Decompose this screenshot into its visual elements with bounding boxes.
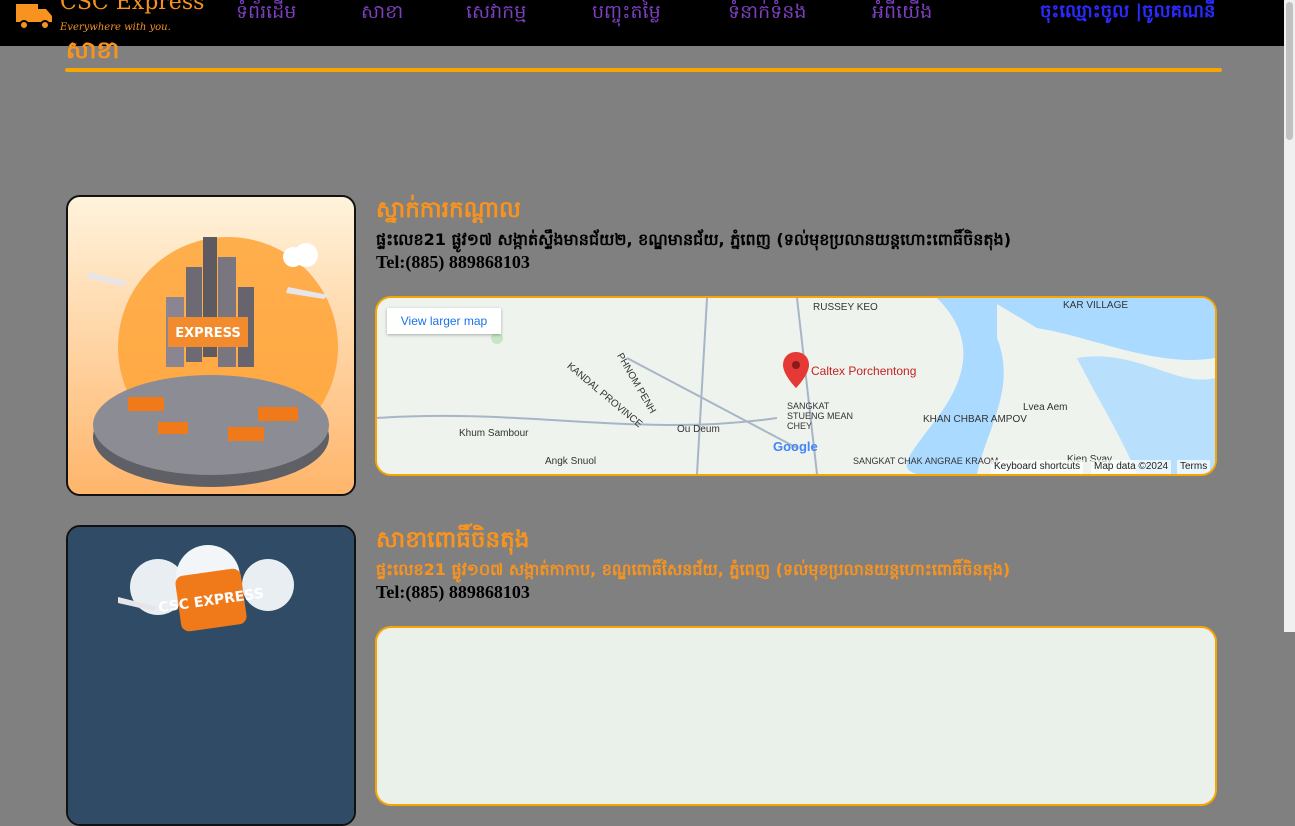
page-title: សាខា — [66, 36, 120, 64]
branch-address: ផ្ទះលេខ21 ផ្លូវ១៧ សង្កាត់ស្ទឹងមានជ័យ២, ខ… — [376, 230, 1012, 249]
map-place-label: KHAN CHBAR AMPOV — [923, 414, 1027, 425]
map-pin-label: Caltex Porchentong — [811, 364, 917, 378]
map-place-label: Khum Sambour — [459, 428, 529, 439]
auth-link[interactable]: ចុះឈ្មោះចូល |ចូលគណនី — [1040, 0, 1215, 24]
top-navbar: CSC Express Everywhere with you. ទំព័រដើ… — [0, 0, 1284, 46]
view-larger-map-link[interactable]: View larger map — [387, 308, 501, 334]
nav-discounts[interactable]: បញ្ចុះតម្លៃ — [592, 0, 661, 24]
branch-map[interactable] — [375, 626, 1217, 806]
map-place-label: SANGKAT CHAK ANGRAE KRAOM — [853, 456, 999, 466]
google-logo: Google — [773, 439, 818, 454]
branch-map[interactable]: View larger map Caltex Porchentong KANDA… — [375, 296, 1217, 476]
branch-image: CSC EXPRESS — [66, 525, 356, 826]
nav-branches[interactable]: សាខា — [361, 0, 403, 24]
map-data-credit: Map data ©2024 — [1091, 460, 1172, 474]
map-place-label: RUSSEY KEO — [813, 302, 878, 313]
map-place-label: Lvea Aem — [1023, 402, 1068, 413]
nav-services[interactable]: សេវាកម្ម — [466, 0, 526, 24]
nav-contact[interactable]: ទំនាក់ទំនង — [728, 0, 806, 24]
branch-address: ផ្ទះលេខ21 ផ្លូវ១០៧ សង្កាត់កាកាប, ខណ្ឌពោធ… — [376, 560, 1011, 579]
brand-tagline: Everywhere with you. — [60, 22, 171, 33]
keyboard-shortcuts-link[interactable]: Keyboard shortcuts — [991, 460, 1084, 474]
branch-image-badge: EXPRESS — [175, 326, 240, 341]
branch-image: EXPRESS — [66, 195, 356, 496]
map-place-label: KAR VILLAGE — [1063, 300, 1129, 311]
branch-phone: Tel:(885) 889868103 — [376, 582, 530, 602]
branch-title: សាខាពោធិ៍ចិនតុង — [376, 527, 530, 553]
nav-home[interactable]: ទំព័រដើម — [236, 0, 296, 24]
page-scrollbar[interactable] — [1284, 0, 1295, 632]
map-place-label: SANGKAT STUENG MEAN CHEY — [787, 401, 854, 431]
branch-phone: Tel:(885) 889868103 — [376, 252, 530, 272]
map-place-label: Angk Snuol — [545, 456, 597, 467]
map-place-label: Ou Deum — [677, 424, 720, 435]
heading-divider — [65, 68, 1222, 72]
scrollbar-thumb[interactable] — [1286, 2, 1293, 140]
brand-name: CSC Express — [60, 0, 205, 15]
truck-icon — [16, 4, 52, 30]
terms-link[interactable]: Terms — [1177, 460, 1211, 474]
nav-about[interactable]: អំពីយើង — [872, 0, 932, 24]
branch-title: ស្នាក់ការកណ្ដាល — [376, 197, 521, 223]
map-pin-icon[interactable] — [783, 352, 809, 388]
